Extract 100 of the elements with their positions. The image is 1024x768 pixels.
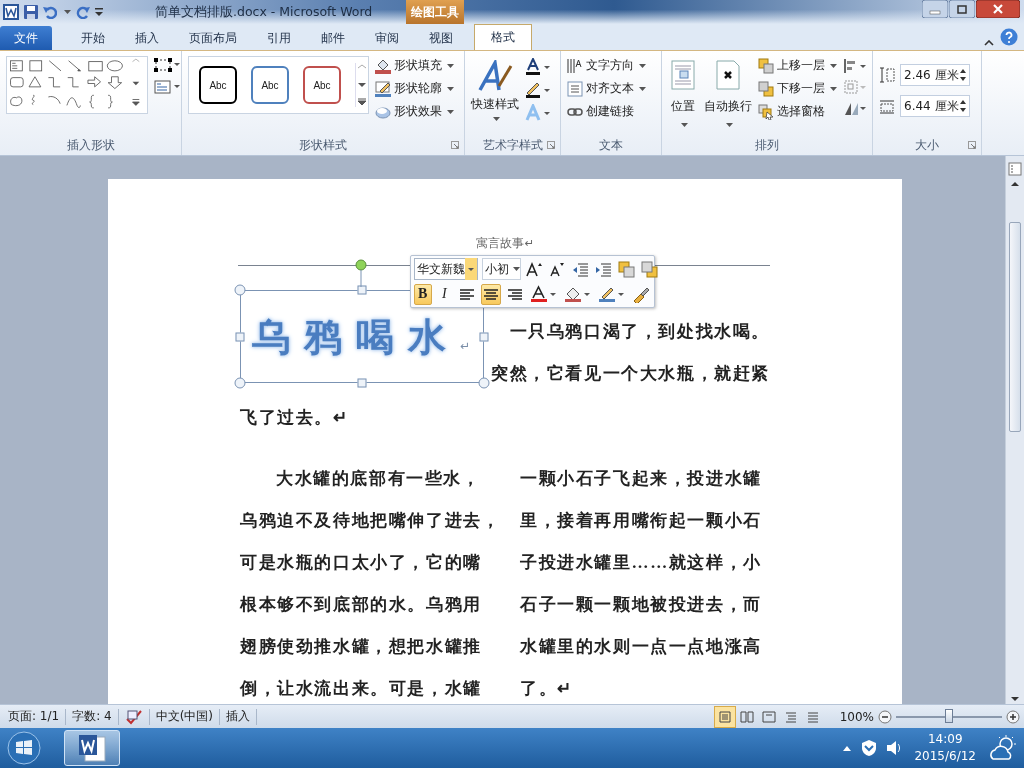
align-text-icon bbox=[567, 80, 583, 97]
body-text-line: 翅膀使劲推水罐，想把水罐推 bbox=[240, 636, 483, 658]
resize-handle[interactable] bbox=[357, 378, 367, 388]
ribbon-tab[interactable]: 视图 bbox=[414, 26, 468, 50]
zoom-out-icon[interactable] bbox=[878, 709, 892, 724]
ribbon-command[interactable]: 对齐文本 bbox=[567, 79, 646, 98]
text-direction-icon bbox=[567, 57, 583, 74]
print-layout-icon[interactable] bbox=[713, 705, 736, 728]
start-orb-icon[interactable] bbox=[6, 730, 42, 766]
increase-indent-icon[interactable] bbox=[595, 260, 612, 278]
status-item[interactable]: 页面: 1/1 bbox=[2, 708, 67, 725]
send-backward-icon[interactable] bbox=[641, 260, 658, 278]
wrap-text-icon bbox=[713, 60, 743, 90]
clock[interactable]: 14:09 2015/6/12 bbox=[914, 731, 976, 765]
status-item[interactable]: 字数: 4 bbox=[66, 708, 119, 725]
spin-field[interactable]: 6.44 厘米 bbox=[900, 95, 970, 117]
rotate-handle-icon[interactable] bbox=[355, 259, 367, 287]
ribbon-tab[interactable]: 开始 bbox=[66, 26, 120, 50]
ribbon-tab[interactable]: 邮件 bbox=[306, 26, 360, 50]
ribbon-command[interactable]: 文字方向 bbox=[567, 56, 646, 75]
shape-style-swatch[interactable]: Abc bbox=[251, 66, 289, 104]
group-label: 形状样式 bbox=[299, 136, 347, 154]
shrink-font-icon[interactable] bbox=[549, 260, 566, 278]
ribbon-tab[interactable]: 审阅 bbox=[360, 26, 414, 50]
save-icon[interactable] bbox=[24, 5, 38, 19]
format-painter-icon[interactable] bbox=[632, 285, 650, 303]
zoom-in-icon[interactable] bbox=[1006, 709, 1020, 724]
edit-shape-icon[interactable] bbox=[154, 58, 180, 72]
shape-style-swatch[interactable]: Abc bbox=[199, 66, 237, 104]
gallery-scroll-icon[interactable] bbox=[355, 63, 368, 107]
weather-icon[interactable] bbox=[988, 734, 1018, 762]
resize-handle[interactable] bbox=[479, 332, 489, 341]
resize-handle[interactable] bbox=[234, 377, 246, 389]
caret-icon bbox=[830, 86, 837, 91]
ribbon-command[interactable]: 创建链接 bbox=[567, 102, 646, 121]
bold-button[interactable]: B bbox=[414, 283, 432, 305]
spin-field[interactable]: 2.46 厘米 bbox=[900, 64, 970, 86]
dialog-launcher-icon[interactable] bbox=[968, 141, 976, 149]
restore-icon[interactable] bbox=[949, 0, 975, 18]
ribbon-command[interactable]: 下移一层 bbox=[758, 79, 837, 98]
redo-icon[interactable] bbox=[76, 5, 90, 19]
ribbon-tab[interactable]: 页面布局 bbox=[174, 26, 252, 50]
ribbon-button[interactable]: 自动换行 bbox=[704, 56, 752, 127]
caret-icon bbox=[447, 109, 454, 114]
caret-icon bbox=[492, 117, 500, 121]
text-outline-icon[interactable] bbox=[525, 81, 551, 99]
text-fill-icon[interactable] bbox=[525, 58, 551, 76]
align-center-button[interactable] bbox=[481, 283, 501, 305]
font-size-dropdown[interactable]: 小初 bbox=[482, 258, 521, 280]
send-backward-icon bbox=[758, 80, 774, 97]
ribbon-command[interactable]: 形状填充 bbox=[375, 56, 454, 75]
quick-styles-button[interactable]: 快速样式 bbox=[471, 56, 519, 121]
decrease-indent-icon[interactable] bbox=[572, 260, 589, 278]
resize-handle[interactable] bbox=[235, 332, 245, 341]
file-tab[interactable]: 文件 bbox=[0, 26, 52, 50]
position-icon bbox=[668, 60, 698, 90]
text-box-icon[interactable] bbox=[154, 80, 180, 94]
shape-width-icon bbox=[879, 98, 895, 114]
ribbon-button[interactable]: 位置 bbox=[668, 56, 698, 127]
bring-forward-icon[interactable] bbox=[618, 260, 635, 278]
align-objects-icon[interactable] bbox=[843, 58, 867, 74]
ribbon-command[interactable]: 形状轮廓 bbox=[375, 79, 454, 98]
word-icon[interactable] bbox=[3, 4, 19, 20]
taskbar-button[interactable] bbox=[64, 730, 120, 766]
scrollbar-thumb[interactable] bbox=[1009, 222, 1021, 432]
zoom-level[interactable]: 100% bbox=[839, 709, 874, 724]
resize-handle[interactable] bbox=[357, 285, 367, 295]
customize-icon[interactable] bbox=[95, 7, 103, 17]
ribbon-tab[interactable]: 格式 bbox=[474, 24, 532, 50]
grow-font-icon[interactable] bbox=[526, 260, 543, 278]
status-item[interactable]: 插入 bbox=[220, 708, 258, 725]
ribbon-tab[interactable]: 引用 bbox=[252, 26, 306, 50]
group-label: 大小 bbox=[915, 136, 939, 154]
collapse-ribbon-icon[interactable] bbox=[984, 40, 994, 46]
show-hidden-icons-icon[interactable] bbox=[842, 744, 853, 752]
volume-icon[interactable] bbox=[886, 740, 903, 756]
shield-icon[interactable] bbox=[860, 739, 879, 757]
line-color-icon[interactable] bbox=[598, 285, 626, 303]
text-box[interactable]: 乌鸦喝水↵ bbox=[252, 310, 471, 364]
ribbon-command[interactable]: 形状效果 bbox=[375, 102, 454, 121]
dialog-launcher-icon[interactable] bbox=[547, 141, 555, 149]
undo-icon[interactable] bbox=[43, 5, 57, 19]
selection-pane-icon bbox=[758, 103, 774, 120]
shape-style-swatch[interactable]: Abc bbox=[303, 66, 341, 104]
resize-handle[interactable] bbox=[478, 377, 490, 389]
window-title: 简单文档排版.docx - Microsoft Word bbox=[155, 3, 373, 21]
ribbon-tab[interactable]: 插入 bbox=[120, 26, 174, 50]
font-color-icon[interactable] bbox=[530, 285, 558, 303]
dialog-launcher-icon[interactable] bbox=[451, 141, 459, 149]
ruler-toggle-icon[interactable] bbox=[1008, 162, 1022, 176]
status-item[interactable]: 中文(中国) bbox=[149, 708, 221, 725]
close-icon[interactable] bbox=[976, 0, 1020, 18]
ribbon-command[interactable]: 选择窗格 bbox=[758, 102, 837, 121]
resize-handle[interactable] bbox=[234, 284, 246, 296]
font-dropdown[interactable]: 华文新魏 bbox=[414, 258, 478, 280]
highlight-icon[interactable] bbox=[564, 285, 592, 303]
italic-button[interactable]: I bbox=[435, 283, 453, 305]
ribbon-command[interactable]: 上移一层 bbox=[758, 56, 837, 75]
help-icon[interactable] bbox=[1000, 28, 1018, 46]
zoom-slider-thumb[interactable] bbox=[945, 708, 953, 723]
